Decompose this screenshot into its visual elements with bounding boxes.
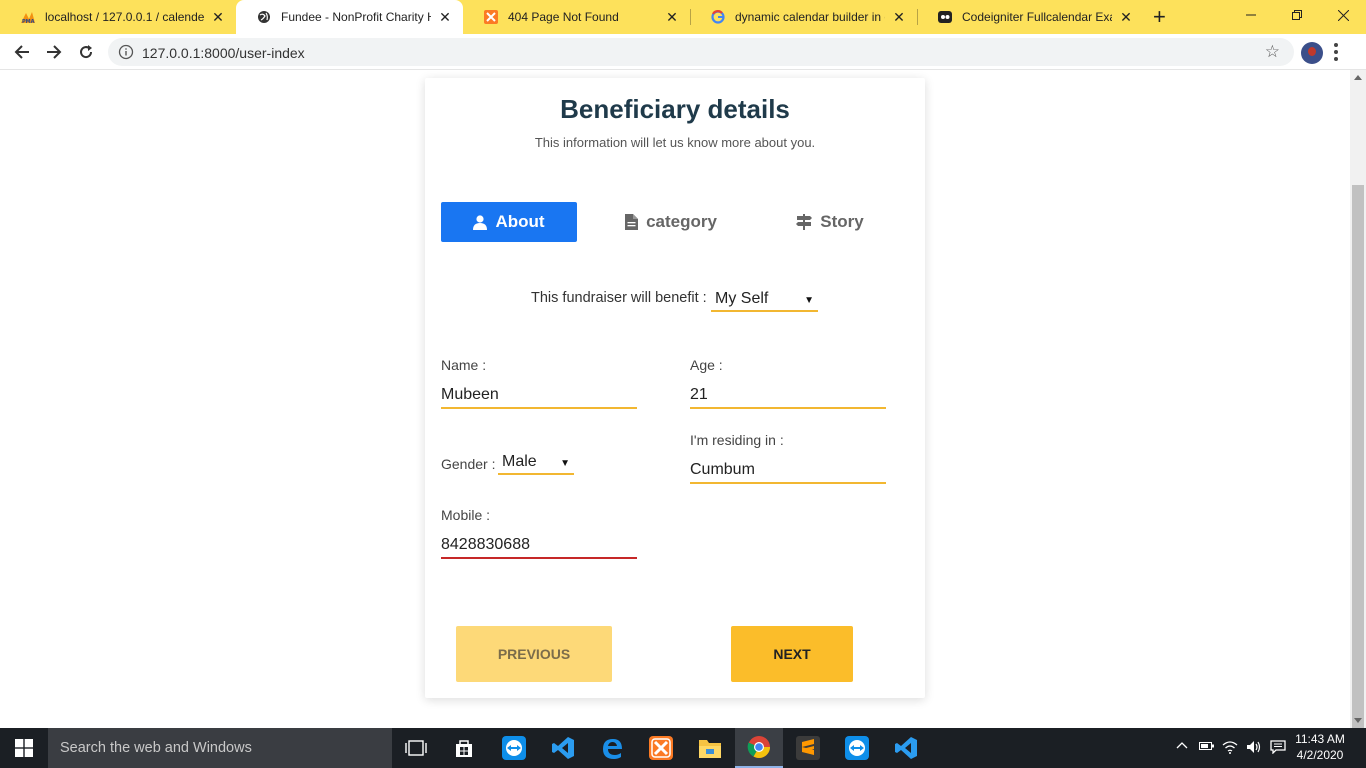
tab-title: localhost / 127.0.0.1 / calender bbox=[45, 10, 204, 24]
name-input-value: Mubeen bbox=[441, 386, 499, 403]
profile-avatar[interactable] bbox=[1301, 42, 1323, 64]
page-title: Beneficiary details bbox=[560, 94, 790, 124]
benefit-select[interactable]: My Self ▼ bbox=[711, 288, 818, 312]
bookmark-star-icon[interactable]: ☆ bbox=[1265, 42, 1280, 62]
browser-tab-strip: PMA localhost / 127.0.0.1 / calender ✕ F… bbox=[0, 0, 1366, 34]
mobile-input-value: 8428830688 bbox=[441, 536, 530, 553]
reload-icon[interactable] bbox=[74, 40, 98, 64]
windows-taskbar: Search the web and Windows 11:43 AM 4/2/… bbox=[0, 728, 1366, 768]
gender-select-value: Male bbox=[502, 453, 537, 470]
step-tab-label: About bbox=[495, 212, 545, 231]
tray-chevron-up-icon[interactable] bbox=[1176, 740, 1188, 755]
vscode-icon-2[interactable] bbox=[882, 728, 930, 768]
phpmyadmin-icon: PMA bbox=[20, 9, 36, 25]
residing-label: I'm residing in : bbox=[690, 432, 784, 448]
wifi-icon[interactable] bbox=[1222, 740, 1238, 757]
store-icon[interactable] bbox=[440, 728, 488, 768]
tab-phpmyadmin[interactable]: PMA localhost / 127.0.0.1 / calender ✕ bbox=[0, 0, 236, 34]
vscode-icon[interactable] bbox=[539, 728, 587, 768]
address-bar[interactable]: 127.0.0.1:8000/user-index ☆ bbox=[108, 38, 1294, 66]
new-tab-icon[interactable]: + bbox=[1153, 6, 1166, 28]
system-clock[interactable]: 11:43 AM 4/2/2020 bbox=[1290, 731, 1350, 763]
mobile-label: Mobile : bbox=[441, 507, 491, 523]
menu-icon[interactable] bbox=[1334, 43, 1338, 61]
minimize-icon[interactable] bbox=[1228, 0, 1274, 30]
gender-label: Gender : bbox=[441, 456, 496, 472]
scrollbar-thumb[interactable] bbox=[1352, 185, 1364, 750]
clock-time: 11:43 AM bbox=[1295, 732, 1345, 746]
globe-icon bbox=[256, 9, 272, 25]
clock-date: 4/2/2020 bbox=[1296, 748, 1344, 762]
age-input-value: 21 bbox=[690, 386, 708, 403]
tab-404[interactable]: 404 Page Not Found ✕ bbox=[463, 0, 690, 34]
age-input[interactable]: 21 bbox=[690, 383, 886, 409]
edge-icon[interactable] bbox=[588, 728, 636, 768]
close-tab-icon[interactable]: ✕ bbox=[1118, 9, 1134, 26]
close-window-icon[interactable] bbox=[1320, 0, 1366, 30]
forward-icon[interactable] bbox=[42, 40, 66, 64]
next-button[interactable]: NEXT bbox=[731, 626, 853, 682]
site-icon bbox=[937, 9, 953, 25]
url-text: 127.0.0.1:8000/user-index bbox=[142, 45, 305, 61]
step-tab-story[interactable]: Story bbox=[770, 202, 890, 242]
document-icon bbox=[625, 214, 639, 230]
step-tab-label: category bbox=[646, 212, 717, 231]
windows-start-icon[interactable] bbox=[0, 728, 48, 768]
taskbar-search-box[interactable]: Search the web and Windows bbox=[48, 728, 392, 768]
file-explorer-icon[interactable] bbox=[686, 728, 734, 768]
scroll-up-arrow-icon[interactable] bbox=[1354, 75, 1362, 80]
close-tab-icon[interactable]: ✕ bbox=[437, 9, 453, 26]
back-icon[interactable] bbox=[10, 40, 34, 64]
teamviewer-icon-2[interactable] bbox=[833, 728, 881, 768]
notifications-icon[interactable] bbox=[1270, 740, 1286, 757]
residing-input-value: Cumbum bbox=[690, 461, 755, 478]
close-tab-icon[interactable]: ✕ bbox=[664, 9, 680, 26]
signpost-icon bbox=[796, 214, 813, 230]
page-scrollbar[interactable] bbox=[1350, 70, 1366, 750]
info-icon[interactable] bbox=[118, 44, 134, 60]
name-input[interactable]: Mubeen bbox=[441, 383, 637, 409]
benefit-select-value: My Self bbox=[715, 290, 769, 307]
dropdown-arrow-icon: ▼ bbox=[804, 295, 814, 306]
svg-text:PMA: PMA bbox=[22, 19, 35, 24]
dropdown-arrow-icon: ▼ bbox=[560, 458, 570, 469]
name-label: Name : bbox=[441, 357, 487, 373]
xampp-taskbar-icon[interactable] bbox=[637, 728, 685, 768]
restore-icon[interactable] bbox=[1274, 0, 1320, 30]
tab-google-search[interactable]: dynamic calendar builder in co ✕ bbox=[690, 0, 917, 34]
task-view-icon[interactable] bbox=[392, 728, 440, 768]
tab-title: Codeigniter Fullcalendar Exam bbox=[962, 10, 1112, 24]
google-icon bbox=[710, 9, 726, 25]
step-tab-category[interactable]: category bbox=[601, 202, 741, 242]
battery-icon[interactable] bbox=[1199, 740, 1215, 755]
sublime-text-icon[interactable] bbox=[784, 728, 832, 768]
gender-select[interactable]: Male ▼ bbox=[498, 451, 574, 475]
residing-input[interactable]: Cumbum bbox=[690, 458, 886, 484]
mobile-input[interactable]: 8428830688 bbox=[441, 533, 637, 559]
benefit-label: This fundraiser will benefit : bbox=[531, 290, 707, 306]
close-tab-icon[interactable]: ✕ bbox=[210, 9, 226, 26]
step-tab-label: Story bbox=[820, 212, 864, 231]
age-label: Age : bbox=[690, 357, 723, 373]
browser-toolbar: 127.0.0.1:8000/user-index ☆ bbox=[0, 34, 1366, 70]
close-tab-icon[interactable]: ✕ bbox=[891, 9, 907, 26]
tab-title: 404 Page Not Found bbox=[508, 10, 619, 24]
page-viewport: Beneficiary details This information wil… bbox=[0, 70, 1350, 728]
tab-title: Fundee - NonProfit Charity HT bbox=[281, 10, 431, 24]
tab-fundee[interactable]: Fundee - NonProfit Charity HT ✕ bbox=[236, 0, 463, 34]
chrome-icon[interactable] bbox=[735, 728, 783, 768]
scroll-down-arrow-icon[interactable] bbox=[1354, 718, 1362, 723]
step-tab-about[interactable]: About bbox=[441, 202, 577, 242]
user-icon bbox=[473, 214, 488, 230]
volume-icon[interactable] bbox=[1246, 740, 1262, 757]
xampp-icon bbox=[483, 9, 499, 25]
teamviewer-icon[interactable] bbox=[490, 728, 538, 768]
tab-title: dynamic calendar builder in co bbox=[735, 10, 885, 24]
previous-button[interactable]: PREVIOUS bbox=[456, 626, 612, 682]
beneficiary-card: Beneficiary details This information wil… bbox=[425, 78, 925, 698]
page-subtitle: This information will let us know more a… bbox=[534, 135, 816, 150]
tab-codeigniter[interactable]: Codeigniter Fullcalendar Exam ✕ bbox=[917, 0, 1144, 34]
